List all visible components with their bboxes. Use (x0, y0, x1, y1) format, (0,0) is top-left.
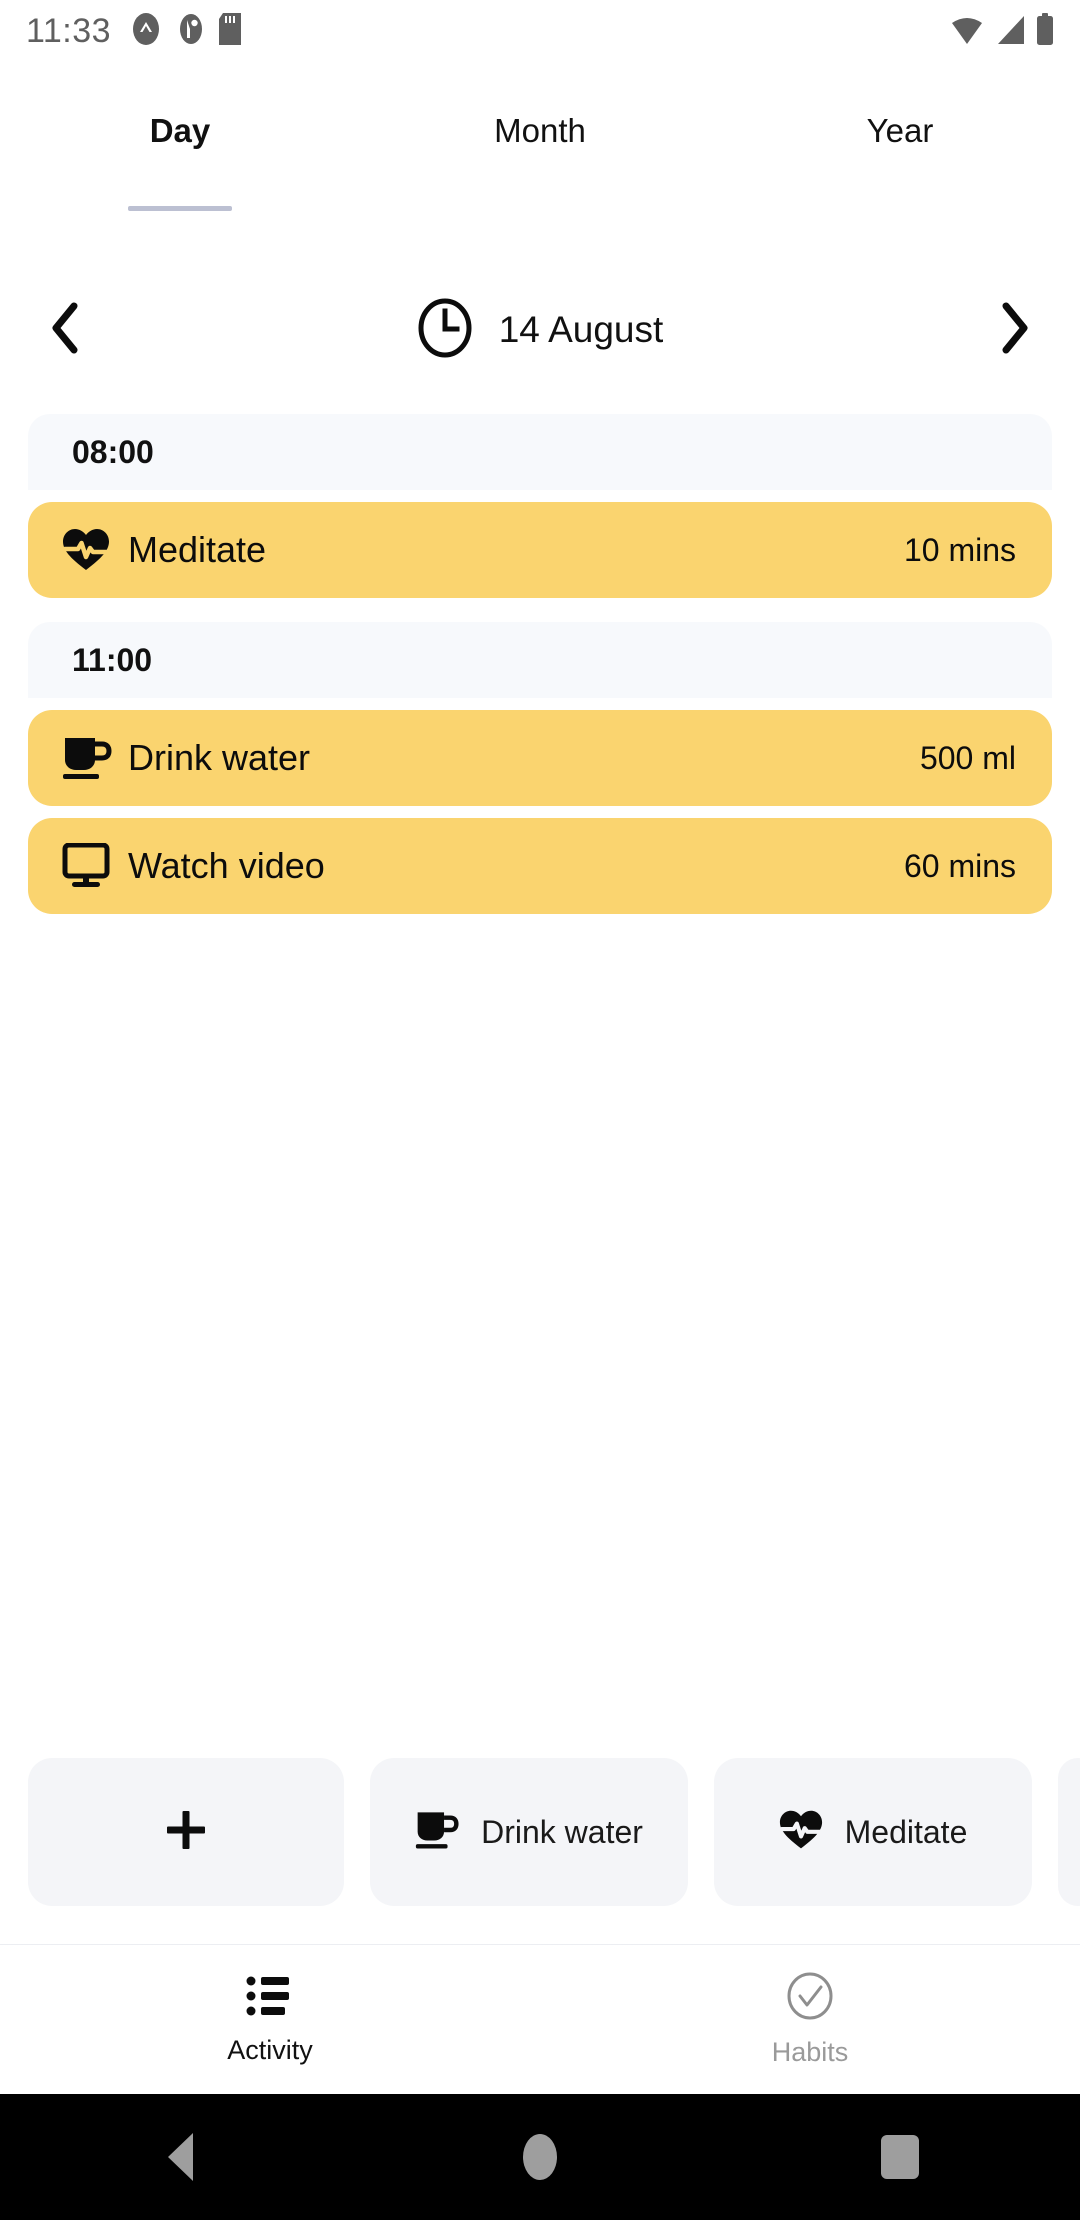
list-icon (246, 1974, 294, 2023)
tab-year[interactable]: Year (720, 88, 1080, 150)
habit-entry-card[interactable]: Meditate 10 mins (28, 502, 1052, 598)
habit-name: Watch video (128, 845, 325, 886)
daily-schedule-list: 08:00 Meditate 10 mins 11:00 Drink water (0, 414, 1080, 914)
status-bar-clock: 11:33 (26, 12, 112, 50)
heart-pulse-icon (779, 1809, 823, 1856)
chevron-left-icon (46, 302, 86, 359)
tab-day[interactable]: Day (0, 88, 360, 211)
tab-day-label: Day (149, 112, 211, 149)
tab-year-label: Year (866, 112, 934, 149)
notification-circle-a-icon (129, 12, 163, 51)
habit-value: 10 mins (903, 531, 1016, 568)
mug-icon (62, 735, 118, 781)
bottom-navigation: Activity Habits (0, 1944, 1080, 2094)
previous-day-button[interactable] (0, 282, 132, 378)
nav-item-activity[interactable]: Activity (0, 1974, 540, 2066)
status-bar: 11:33 (0, 0, 1080, 62)
plus-icon (165, 1809, 207, 1856)
app-screen: 11:33 Day Month Year 14 August 08:00 Med… (0, 0, 1080, 2220)
habit-name: Meditate (128, 529, 267, 570)
habit-value: 500 ml (919, 739, 1016, 776)
nav-item-activity-label: Activity (227, 2034, 313, 2065)
tab-month-label: Month (494, 112, 586, 149)
monitor-icon (62, 843, 118, 889)
habit-value: 60 mins (903, 847, 1016, 884)
time-group: 08:00 Meditate 10 mins (0, 414, 1080, 598)
add-habit-chip[interactable] (28, 1758, 344, 1906)
quick-chip-meditate[interactable]: Meditate (714, 1758, 1032, 1906)
cellular-signal-icon (994, 15, 1026, 50)
tab-active-underline (128, 206, 232, 211)
time-slot-label: 08:00 (72, 433, 154, 470)
android-system-navigation (0, 2094, 1080, 2220)
triangle-back-icon (167, 2133, 193, 2181)
quick-chip-overflow[interactable] (1058, 1758, 1080, 1906)
habit-entry-card[interactable]: Drink water 500 ml (28, 710, 1052, 806)
heart-pulse-icon (62, 528, 118, 572)
next-day-button[interactable] (948, 282, 1080, 378)
mug-icon (415, 1809, 459, 1856)
notification-circle-b-icon (176, 12, 206, 51)
system-home-button[interactable] (360, 2134, 720, 2180)
status-bar-notification-icons (129, 12, 242, 51)
nav-item-habits[interactable]: Habits (540, 1972, 1080, 2068)
system-back-button[interactable] (0, 2133, 360, 2181)
quick-action-chips: Drink water Meditate (0, 1752, 1080, 1912)
tab-month[interactable]: Month (360, 88, 720, 150)
battery-icon (1036, 12, 1054, 50)
time-group: 11:00 Drink water 500 ml Watch video 60 … (0, 622, 1080, 914)
quick-chip-label: Drink water (481, 1813, 643, 1850)
habit-name: Drink water (128, 737, 311, 778)
current-date-display[interactable]: 14 August (132, 298, 948, 363)
time-slot-label: 11:00 (72, 641, 153, 678)
time-slot-header: 11:00 (28, 622, 1052, 698)
status-bar-system-icons (950, 12, 1054, 50)
date-label: 14 August (498, 309, 664, 350)
date-navigation: 14 August (0, 282, 1080, 378)
chevron-right-icon (994, 302, 1034, 359)
clock-icon (417, 298, 473, 363)
wifi-icon (950, 15, 984, 50)
quick-chip-drink-water[interactable]: Drink water (370, 1758, 688, 1906)
schedule-group-spacer (0, 598, 1080, 622)
circle-home-icon (523, 2134, 557, 2180)
time-slot-header: 08:00 (28, 414, 1052, 490)
quick-chip-label: Meditate (844, 1813, 968, 1850)
square-recents-icon (881, 2135, 919, 2179)
nav-item-habits-label: Habits (771, 2036, 849, 2067)
period-tabs: Day Month Year (0, 88, 1080, 216)
habit-entry-card[interactable]: Watch video 60 mins (28, 818, 1052, 914)
check-circle-icon (786, 1972, 834, 2025)
sd-card-icon (219, 12, 242, 50)
system-recents-button[interactable] (720, 2135, 1080, 2179)
